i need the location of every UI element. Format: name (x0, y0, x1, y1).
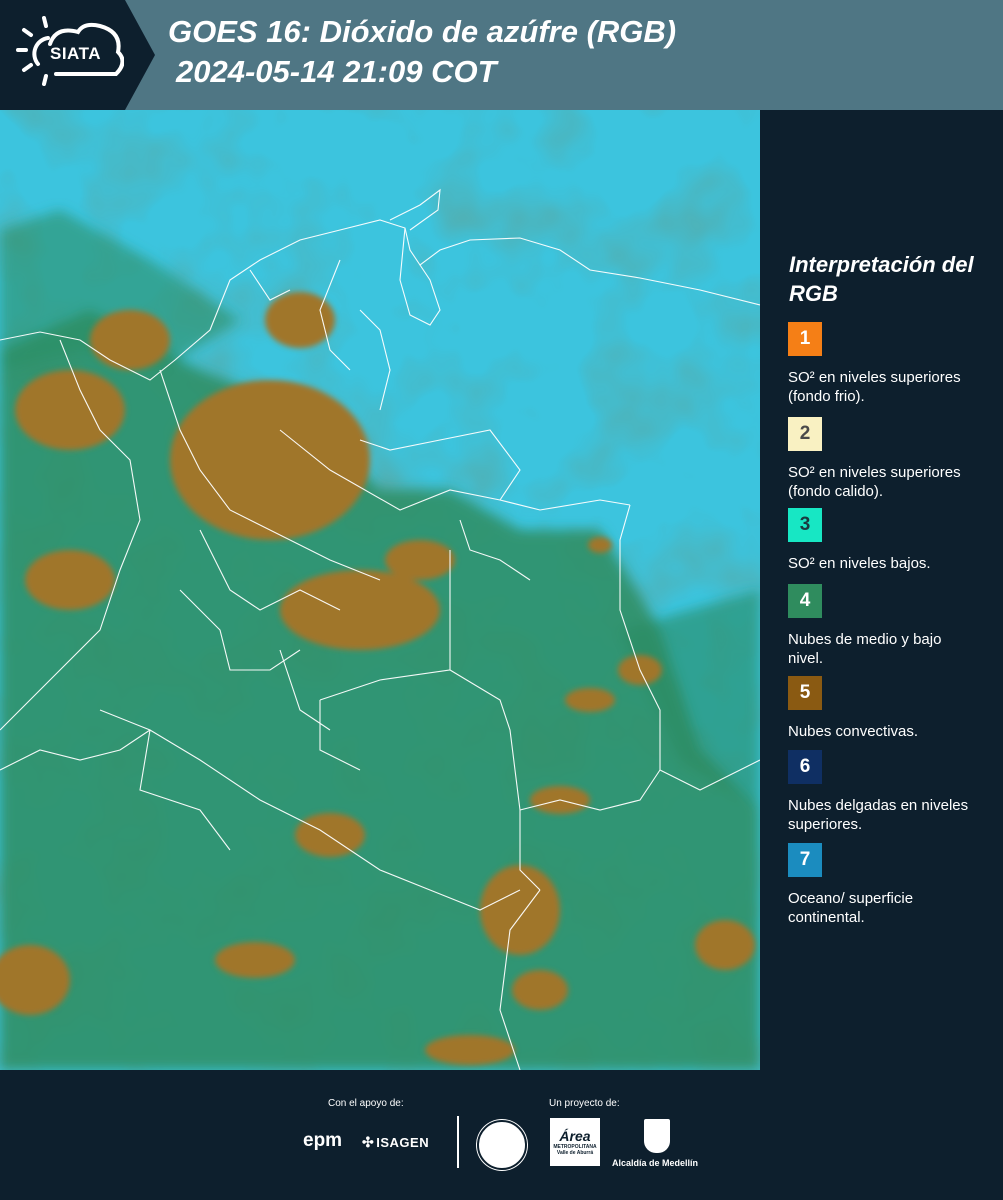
area-logo-title: Área (559, 1128, 591, 1144)
legend-label: SO² en niveles superiores (fondo calido)… (788, 464, 961, 500)
legend-item-2: 2 SO² en niveles superiores (fondo calid… (788, 417, 988, 501)
legend-panel: Interpretación del RGB 1 SO² en niveles … (760, 110, 1003, 1070)
legend-swatch: 2 (788, 417, 822, 451)
legend-swatch: 4 (788, 584, 822, 618)
legend-swatch: 1 (788, 322, 822, 356)
area-logo-subtitle: METROPOLITANA Valle de Aburrá (553, 1144, 597, 1156)
area-metropolitana-logo: Área METROPOLITANA Valle de Aburrá (550, 1118, 600, 1166)
legend-swatch: 7 (788, 843, 822, 877)
legend-item-6: 6 Nubes delgadas en niveles superiores. (788, 750, 988, 834)
legend-item-5: 5 Nubes convectivas. (788, 676, 988, 741)
legend-label: SO² en niveles bajos. (788, 555, 931, 572)
medellin-seal-icon (477, 1120, 527, 1170)
legend-label: Nubes convectivas. (788, 723, 919, 740)
legend-item-7: 7 Oceano/ superficie continental. (788, 843, 988, 927)
page-title: GOES 16: Dióxido de azúfre (RGB) (168, 14, 677, 49)
map-image (0, 110, 760, 1070)
satellite-map (0, 110, 760, 1070)
project-caption: Un proyecto de: (549, 1098, 620, 1109)
legend-label: Oceano/ superficie continental. (788, 890, 914, 926)
footer: Con el apoyo de: Un proyecto de: epm ✣ IS… (0, 1070, 1003, 1200)
alcaldia-shield-icon (644, 1119, 670, 1153)
legend-title: Interpretación del RGB (789, 252, 974, 306)
legend-label: Nubes de medio y bajo nivel. (788, 631, 942, 667)
legend-swatch: 5 (788, 676, 822, 710)
legend-swatch: 6 (788, 750, 822, 784)
header-bar: SIATA GOES 16: Dióxido de azúfre (RGB) 2… (0, 0, 1003, 110)
support-caption: Con el apoyo de: (328, 1098, 404, 1109)
legend-item-4: 4 Nubes de medio y bajo nivel. (788, 584, 988, 668)
legend-item-3: 3 SO² en niveles bajos. (788, 508, 988, 573)
legend-item-1: 1 SO² en niveles superiores (fondo frio)… (788, 322, 988, 406)
legend-label: Nubes delgadas en niveles superiores. (788, 797, 969, 833)
footer-divider (457, 1116, 459, 1168)
epm-logo: epm (303, 1130, 343, 1151)
page-timestamp: 2024-05-14 21:09 COT (176, 54, 497, 89)
isagen-logo: ✣ ISAGEN (362, 1134, 429, 1151)
logo-text: SIATA (50, 44, 101, 63)
legend-swatch: 3 (788, 508, 822, 542)
isagen-label: ISAGEN (376, 1135, 430, 1150)
alcaldia-label: Alcaldía de Medellín (612, 1158, 699, 1168)
siata-logo: SIATA (0, 0, 155, 110)
legend-label: SO² en niveles superiores (fondo frio). (788, 369, 961, 405)
isagen-icon: ✣ (362, 1134, 375, 1150)
